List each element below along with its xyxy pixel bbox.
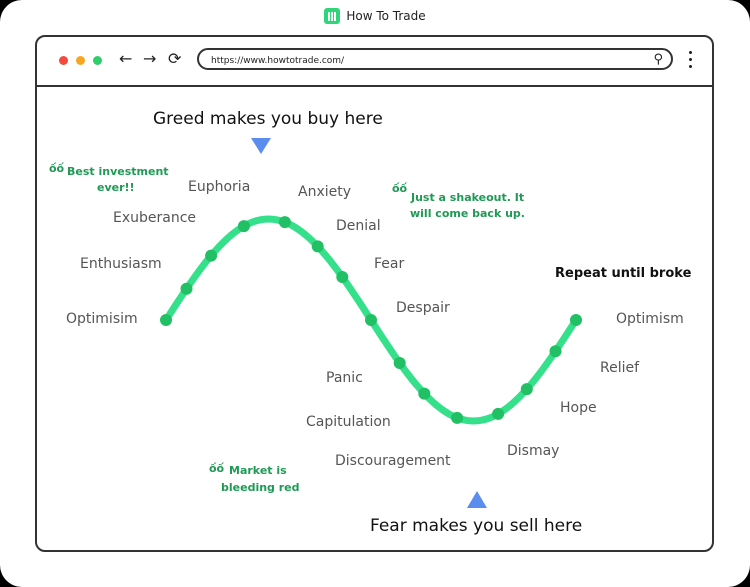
up-arrow-icon [467, 491, 487, 508]
stage-label: Anxiety [298, 184, 352, 200]
stage-label: Enthusiasm [80, 256, 162, 272]
cycle-point [278, 216, 291, 229]
cycle-point [160, 314, 172, 326]
greed-heading: Greed makes you buy here [153, 109, 383, 129]
quote-icon: ốố [49, 162, 65, 175]
cycle-point [336, 270, 349, 283]
cycle-point [393, 357, 406, 370]
quote-line: bleeding red [221, 481, 300, 494]
stage-label: Discouragement [335, 453, 451, 469]
cycle-point [520, 383, 533, 396]
down-arrow-icon [251, 138, 271, 154]
stage-label: Capitulation [306, 414, 391, 430]
cycle-point [570, 314, 582, 326]
stage-label: Optimism [616, 311, 684, 327]
cycle-point [451, 411, 464, 424]
stage-label: Dismay [507, 443, 560, 459]
cycle-point [365, 314, 377, 326]
quote-line: ever!! [97, 181, 135, 194]
stage-label: Euphoria [188, 179, 251, 195]
cycle-point [418, 387, 431, 400]
stage-label: Optimisim [66, 311, 138, 327]
quote-line: will come back up. [410, 207, 525, 220]
stage-label: Hope [560, 400, 597, 416]
cycle-point [237, 220, 250, 233]
cycle-point [205, 249, 218, 262]
quote-icon: ốố [392, 182, 408, 195]
repeat-label: Repeat until broke [555, 266, 692, 281]
stage-label: Despair [396, 300, 450, 316]
quote-line: Just a shakeout. It [411, 191, 525, 204]
quote-line: Market is [229, 464, 287, 477]
stage-label: Denial [336, 218, 381, 234]
cycle-point [180, 282, 193, 295]
stage-label: Relief [600, 360, 640, 376]
page: How To Trade ← → ⟳ https://www.howtotrad… [0, 0, 750, 587]
stage-label: Exuberance [113, 210, 197, 226]
cycle-point [311, 240, 324, 253]
stage-label: Fear [374, 256, 405, 272]
stage-label: Panic [326, 370, 363, 386]
cycle-point [549, 345, 562, 358]
cycle-diagram [160, 138, 582, 508]
fear-heading: Fear makes you sell here [370, 516, 583, 536]
quote-icon: ốố [209, 462, 225, 475]
cycle-point [492, 407, 505, 420]
quote-line: Best investment [67, 165, 169, 178]
